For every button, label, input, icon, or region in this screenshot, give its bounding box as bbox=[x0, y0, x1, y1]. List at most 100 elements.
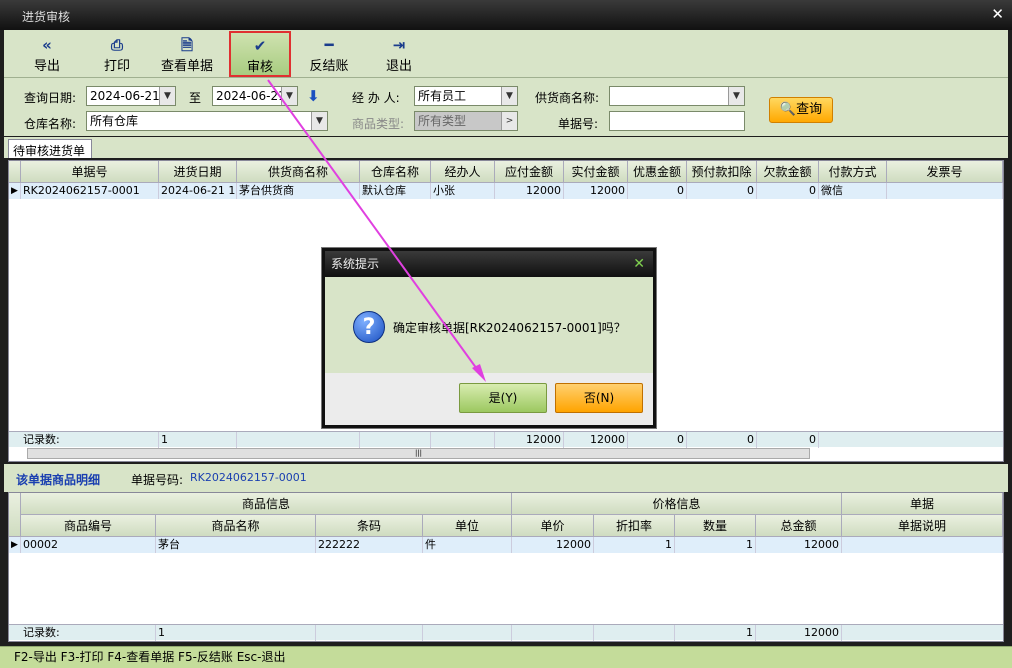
confirm-dialog: 系统提示 ✕ ? 确定审核单据[RK2024062157-0001]吗？ 是(Y… bbox=[322, 248, 656, 428]
footer-empty bbox=[316, 625, 423, 641]
cell-debt: 0 bbox=[757, 183, 819, 199]
exit-button[interactable]: ⇥ 退出 bbox=[370, 32, 428, 76]
docno-input[interactable] bbox=[609, 111, 745, 131]
cell-code: 00002 bbox=[21, 537, 156, 553]
date-to-field[interactable]: 2024-06-21 ▼ bbox=[212, 86, 298, 106]
audit-button[interactable]: ✔ 审核 bbox=[229, 31, 291, 77]
col-header[interactable]: 单位 bbox=[423, 515, 512, 537]
col-header[interactable]: 优惠金额 bbox=[628, 161, 687, 183]
footer-count: 1 bbox=[159, 432, 237, 448]
cell-note bbox=[842, 537, 1003, 553]
cell-supplier: 茅台供货商 bbox=[237, 183, 360, 199]
footer-label: 记录数: bbox=[21, 625, 156, 641]
query-button[interactable]: 🔍查询 bbox=[769, 97, 833, 123]
col-header[interactable]: 应付金额 bbox=[495, 161, 564, 183]
exit-label: 退出 bbox=[385, 59, 412, 74]
col-header[interactable]: 欠款金额 bbox=[757, 161, 819, 183]
printer-icon: ⎙ bbox=[110, 36, 123, 54]
handler-value: 所有员工 bbox=[418, 89, 467, 103]
arrow-down-icon[interactable]: ⬇ bbox=[307, 87, 320, 105]
col-header[interactable]: 折扣率 bbox=[594, 515, 675, 537]
col-header[interactable]: 仓库名称 bbox=[360, 161, 431, 183]
print-button[interactable]: ⎙ 打印 bbox=[88, 32, 146, 76]
unsettle-label: 反结账 bbox=[309, 59, 349, 74]
docno-label: 单据号: bbox=[558, 117, 599, 131]
col-header[interactable]: 单价 bbox=[512, 515, 594, 537]
category-select: 所有类型 > bbox=[414, 111, 518, 131]
col-header[interactable]: 实付金额 bbox=[564, 161, 628, 183]
col-header[interactable]: 数量 bbox=[675, 515, 756, 537]
view-document-button[interactable]: 🗎 查看单据 bbox=[154, 32, 220, 76]
cell-total: 12000 bbox=[756, 537, 842, 553]
col-header[interactable]: 预付款扣除 bbox=[687, 161, 757, 183]
group-header: 价格信息 bbox=[512, 493, 842, 515]
close-icon[interactable]: ✕ bbox=[633, 251, 645, 277]
footer-paid: 12000 bbox=[564, 432, 628, 448]
footer-discount: 0 bbox=[628, 432, 687, 448]
yes-button[interactable]: 是(Y) bbox=[459, 383, 547, 413]
footer-empty bbox=[237, 432, 360, 448]
col-header[interactable]: 商品编号 bbox=[21, 515, 156, 537]
unsettle-button[interactable]: ━ 反结账 bbox=[300, 32, 358, 76]
chevron-down-icon[interactable]: ▼ bbox=[728, 87, 744, 105]
detail-grid: 商品信息 价格信息 单据 商品编号 商品名称 条码 单位 单价 折扣率 数量 总… bbox=[8, 492, 1004, 642]
table-row[interactable]: ▶ 00002 茅台 222222 件 12000 1 1 12000 bbox=[9, 537, 1003, 553]
table-row[interactable]: ▶ RK2024062157-0001 2024-06-21 15 茅台供货商 … bbox=[9, 183, 1003, 199]
supplier-select[interactable]: ▼ bbox=[609, 86, 745, 106]
toolbar: « 导出 ⎙ 打印 🗎 查看单据 ✔ 审核 ━ 反结账 ⇥ 退出 bbox=[4, 30, 1008, 78]
view-label: 查看单据 bbox=[160, 59, 213, 74]
category-label: 商品类型: bbox=[352, 117, 405, 131]
row-indicator-header bbox=[9, 161, 21, 183]
col-header[interactable]: 单据号 bbox=[21, 161, 159, 183]
col-header[interactable]: 单据说明 bbox=[842, 515, 1003, 537]
warehouse-label: 仓库名称: bbox=[24, 117, 77, 131]
footer-empty bbox=[423, 625, 512, 641]
cell-qty: 1 bbox=[675, 537, 756, 553]
cell-date: 2024-06-21 15 bbox=[161, 183, 237, 199]
print-label: 打印 bbox=[103, 59, 130, 74]
no-button[interactable]: 否(N) bbox=[555, 383, 643, 413]
col-header[interactable]: 商品名称 bbox=[156, 515, 316, 537]
audit-label: 审核 bbox=[246, 60, 273, 75]
tab-pending-purchase[interactable]: 待审核进货单 bbox=[8, 139, 92, 158]
cell-paid: 12000 bbox=[564, 183, 628, 199]
date-from-field[interactable]: 2024-06-21 ▼ bbox=[86, 86, 176, 106]
category-value: 所有类型 bbox=[418, 114, 467, 128]
col-header[interactable]: 供货商名称 bbox=[237, 161, 360, 183]
footer-empty bbox=[431, 432, 495, 448]
chevron-down-icon[interactable]: ▼ bbox=[159, 87, 175, 105]
col-header[interactable]: 总金额 bbox=[756, 515, 842, 537]
footer-empty bbox=[360, 432, 431, 448]
export-button[interactable]: « 导出 bbox=[18, 32, 76, 76]
supplier-label: 供货商名称: bbox=[535, 91, 600, 105]
grid-footer: 记录数: 1 12000 12000 0 0 0 bbox=[9, 431, 1003, 448]
handler-select[interactable]: 所有员工 ▼ bbox=[414, 86, 518, 106]
chevron-down-icon[interactable]: ▼ bbox=[311, 112, 327, 130]
cell-barcode: 222222 bbox=[316, 537, 423, 553]
minus-icon: ━ bbox=[324, 36, 334, 54]
cell-invoice bbox=[887, 183, 1003, 199]
col-header[interactable]: 经办人 bbox=[431, 161, 495, 183]
date-from-value: 2024-06-21 bbox=[90, 89, 160, 103]
col-header[interactable]: 付款方式 bbox=[819, 161, 887, 183]
to-label: 至 bbox=[189, 91, 202, 105]
checkmark-icon: ✔ bbox=[253, 37, 267, 55]
horizontal-scrollbar[interactable]: ||| bbox=[27, 448, 810, 459]
detail-bar: 该单据商品明细 单据号码: RK2024062157-0001 bbox=[4, 464, 1008, 492]
row-indicator-header bbox=[9, 493, 21, 537]
chevron-down-icon[interactable]: ▼ bbox=[501, 87, 517, 105]
dialog-message: 确定审核单据[RK2024062157-0001]吗？ bbox=[393, 321, 626, 335]
footer-payable: 12000 bbox=[495, 432, 564, 448]
handler-label: 经 办 人: bbox=[352, 91, 400, 105]
col-header[interactable]: 进货日期 bbox=[159, 161, 237, 183]
col-header[interactable]: 发票号 bbox=[887, 161, 1003, 183]
chevron-down-icon[interactable]: ▼ bbox=[281, 87, 297, 105]
col-header[interactable]: 条码 bbox=[316, 515, 423, 537]
cell-name: 茅台 bbox=[156, 537, 316, 553]
close-icon[interactable]: ✕ bbox=[991, 5, 1004, 23]
warehouse-select[interactable]: 所有仓库 ▼ bbox=[86, 111, 328, 131]
cell-handler: 小张 bbox=[431, 183, 495, 199]
search-icon: 🔍 bbox=[779, 102, 797, 117]
detail-docno-label: 单据号码: bbox=[131, 473, 184, 487]
exit-door-icon: ⇥ bbox=[392, 36, 406, 54]
